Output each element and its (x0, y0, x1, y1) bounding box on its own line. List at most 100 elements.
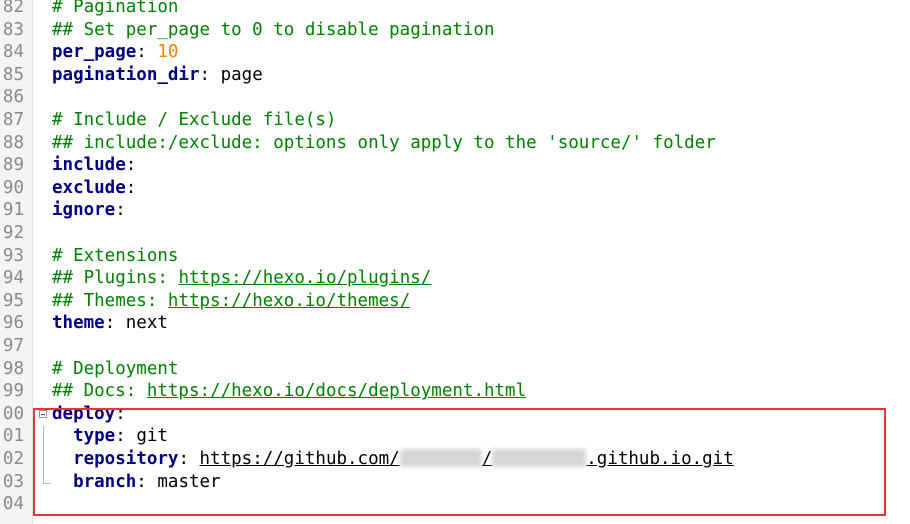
code-line[interactable]: 99 ## Docs: https://hexo.io/docs/deployme… (0, 380, 910, 403)
line-number: 95 (2, 290, 24, 311)
redacted-text (492, 449, 587, 467)
line-number: 91 (2, 200, 24, 221)
code-token: : (178, 449, 200, 469)
code-line[interactable]: 98 # Deployment (0, 358, 910, 381)
line-code: ignore: (52, 199, 126, 222)
line-number: 94 (2, 268, 24, 289)
code-editor[interactable]: 82 # Pagination 83 ## Set per_page to 0 to … (0, 0, 910, 524)
line-number: 03 (2, 471, 24, 492)
code-line[interactable]: 03 branch: master (0, 470, 910, 494)
code-line[interactable]: 01 type: git (0, 425, 910, 448)
code-token: ## include:/exclude: options only apply … (52, 132, 716, 153)
redacted-text (399, 449, 482, 467)
code-line[interactable]: 93 # Extensions (0, 245, 910, 268)
line-code: repository: https://github.com/ / .github.… (52, 448, 734, 471)
line-number: 96 (2, 313, 24, 334)
code-line[interactable]: 94 ## Plugins: https://hexo.io/plugins/ (0, 267, 910, 290)
code-line[interactable]: 92 (0, 222, 910, 245)
code-line[interactable]: 96 theme: next (0, 312, 910, 335)
line-number: 01 (2, 426, 24, 447)
code-token: # Include / Exclude file(s) (52, 110, 337, 130)
code-link[interactable]: .github.io.git (586, 449, 734, 469)
line-number: 87 (2, 110, 24, 130)
code-token: : (136, 42, 158, 63)
line-code: exclude: (52, 177, 136, 200)
code-line[interactable]: 97 (0, 335, 910, 358)
code-link[interactable]: / (482, 449, 493, 469)
code-link[interactable]: https://github.com/ (200, 449, 400, 469)
line-number: 82 (2, 0, 24, 17)
line-number: 89 (2, 155, 24, 176)
line-code: # Extensions (52, 245, 178, 268)
line-number: 86 (2, 87, 24, 108)
line-code: branch: master (52, 471, 221, 494)
code-token: theme (52, 313, 105, 334)
line-code: ## Docs: https://hexo.io/docs/deployment… (52, 380, 526, 403)
code-line[interactable]: 86 (0, 86, 910, 109)
code-line[interactable]: 85 pagination_dir: page (0, 64, 910, 87)
line-number: 02 (2, 449, 24, 469)
line-code: per_page: 10 (52, 41, 178, 64)
code-token: page (220, 64, 263, 85)
code-line[interactable]: 89 include: (0, 154, 910, 177)
code-link[interactable]: https://hexo.io/docs/deployment.html (147, 381, 526, 401)
code-line[interactable]: 90 exclude: (0, 177, 910, 200)
code-token: : (136, 471, 158, 492)
line-code: ## include:/exclude: options only apply … (52, 132, 716, 155)
line-code: ## Plugins: https://hexo.io/plugins/ (52, 267, 431, 290)
code-line[interactable]: 95 ## Themes: https://hexo.io/themes/ (0, 290, 910, 313)
code-token: type (73, 426, 116, 447)
code-line[interactable]: 91 ignore: (0, 199, 910, 222)
line-number: 99 (2, 381, 24, 402)
code-token: : (115, 403, 126, 424)
code-token: git (136, 426, 168, 447)
fold-guide-line (38, 448, 50, 471)
code-line[interactable]: 04 (0, 493, 910, 516)
code-token: pagination_dir (52, 64, 200, 85)
line-number: 90 (2, 177, 24, 198)
line-number: 85 (2, 64, 24, 85)
code-token: : (125, 177, 137, 198)
code-line[interactable]: 02 repository: https://github.com/ / .gith… (0, 448, 910, 471)
line-number: 00 (2, 403, 24, 424)
code-line[interactable]: 82 # Pagination (0, 0, 910, 19)
code-token: ignore (52, 200, 116, 221)
line-number: 98 (2, 358, 24, 379)
code-token: exclude (52, 177, 126, 198)
code-token: : (199, 64, 221, 85)
line-number: 97 (2, 336, 24, 356)
code-token: : (115, 426, 137, 447)
line-number: 92 (2, 223, 24, 243)
line-number: 88 (2, 132, 24, 153)
line-number: 83 (2, 19, 24, 40)
code-token: # Pagination (52, 0, 179, 17)
code-link[interactable]: https://hexo.io/themes/ (168, 291, 410, 311)
line-code: # Deployment (52, 358, 178, 381)
fold-end-marker (38, 470, 50, 494)
code-token: ## Themes: (52, 290, 168, 311)
code-line[interactable]: 83 ## Set per_page to 0 to disable pagina… (0, 19, 910, 42)
code-link[interactable]: https://hexo.io/plugins/ (178, 268, 431, 288)
code-token: : (115, 200, 126, 221)
code-token: branch (73, 471, 137, 492)
fold-guide-line (38, 425, 50, 448)
fold-collapse-icon[interactable] (38, 403, 50, 426)
code-line[interactable]: 87 # Include / Exclude file(s) (0, 109, 910, 132)
code-token: per_page (52, 42, 137, 63)
code-token: deploy (52, 403, 116, 424)
line-code: ## Set per_page to 0 to disable paginati… (52, 19, 495, 42)
code-token: master (157, 471, 221, 492)
code-token: 10 (157, 42, 179, 63)
code-token: ## Set per_page to 0 to disable paginati… (52, 19, 495, 40)
code-token: ## Docs: (52, 381, 147, 402)
line-code: pagination_dir: page (52, 64, 263, 87)
code-token: # Deployment (52, 358, 179, 379)
line-code: ## Themes: https://hexo.io/themes/ (52, 290, 410, 313)
code-token: ## Plugins: (52, 268, 179, 289)
line-code: # Pagination (52, 0, 178, 19)
code-line[interactable]: 00 deploy: (0, 403, 910, 426)
code-line[interactable]: 88 ## include:/exclude: options only appl… (0, 132, 910, 155)
code-line[interactable]: 84 per_page: 10 (0, 41, 910, 64)
